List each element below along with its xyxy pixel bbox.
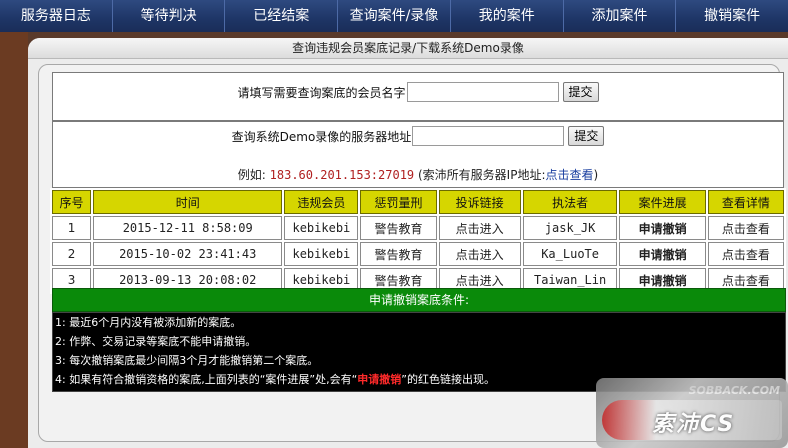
- revoke-request-link[interactable]: 申请撤销: [619, 242, 706, 266]
- condition-line: 1: 最近6个月内没有被添加新的案底。: [55, 316, 242, 329]
- col-member: 违规会员: [284, 190, 359, 214]
- example-close: ): [593, 168, 599, 182]
- nav-pending-judgement[interactable]: 等待判决: [113, 0, 226, 32]
- cell-enforcer-link[interactable]: Ka_LuoTe: [522, 242, 618, 266]
- cell-member-link[interactable]: kebikebi: [284, 242, 359, 266]
- col-index: 序号: [52, 190, 92, 214]
- demo-server-input[interactable]: [412, 126, 565, 146]
- left-strip: [0, 32, 28, 448]
- col-details: 查看详情: [707, 190, 784, 214]
- nav-my-cases[interactable]: 我的案件: [451, 0, 564, 32]
- example-ip: 183.60.201.153:27019: [269, 168, 415, 182]
- cell-penalty: 警告教育: [360, 242, 437, 266]
- demo-query-box: 查询系统Demo录像的服务器地址 提交 例如: 183.60.201.153:2…: [52, 121, 784, 188]
- col-time: 时间: [93, 190, 283, 214]
- nav-revoke-case[interactable]: 撤销案件: [676, 0, 788, 32]
- nav-server-log[interactable]: 服务器日志: [0, 0, 113, 32]
- site-watermark: SOBBACK.COM 索沛CS: [596, 378, 788, 448]
- nav-search-cases[interactable]: 查询案件/录像: [338, 0, 451, 32]
- member-query-box: 请填写需要查询案底的会员名字 提交: [52, 72, 784, 121]
- cell-member-link[interactable]: kebikebi: [284, 216, 359, 240]
- example-line: 例如: 183.60.201.153:27019 (索沛所有服务器IP地址:点击…: [53, 166, 783, 183]
- watermark-domain: SOBBACK.COM: [688, 384, 780, 397]
- col-complaint-link: 投诉链接: [438, 190, 521, 214]
- condition-line: 3: 每次撤销案底最少间隔3个月才能撤销第二个案底。: [55, 354, 319, 367]
- condition-text: 4: 如果有符合撤销资格的案底,上面列表的“案件进展”处,会有“: [55, 373, 358, 386]
- cell-index: 1: [52, 216, 92, 240]
- complaint-link[interactable]: 点击进入: [438, 216, 521, 240]
- table-row: 2 2015-10-02 23:41:43 kebikebi 警告教育 点击进入…: [52, 242, 784, 266]
- watermark-logo-text: 索沛CS: [652, 412, 736, 437]
- condition-line: 2: 作弊、交易记录等案底不能申请撤销。: [55, 335, 257, 348]
- member-name-input[interactable]: [406, 82, 559, 102]
- col-penalty: 惩罚量刑: [360, 190, 437, 214]
- frame-title: 查询违规会员案底记录/下载系统Demo录像: [28, 38, 788, 59]
- details-link[interactable]: 点击查看: [707, 216, 784, 240]
- demo-query-submit-button[interactable]: 提交: [568, 126, 605, 146]
- table-header: 序号 时间 违规会员 惩罚量刑 投诉链接 执法者 案件进展 查看详情: [52, 190, 784, 214]
- cell-enforcer-link[interactable]: jask_JK: [522, 216, 618, 240]
- nav-add-case[interactable]: 添加案件: [564, 0, 677, 32]
- condition-text: ”的红色链接出现。: [401, 373, 495, 386]
- cell-time: 2015-12-11 8:58:09: [93, 216, 283, 240]
- col-progress: 案件进展: [619, 190, 706, 214]
- cell-time: 2015-10-02 23:41:43: [93, 242, 283, 266]
- cell-penalty: 警告教育: [360, 216, 437, 240]
- member-query-label: 请填写需要查询案底的会员名字: [237, 85, 406, 100]
- member-query-submit-button[interactable]: 提交: [562, 82, 599, 102]
- revoke-conditions-header: 申请撤销案底条件:: [52, 288, 786, 312]
- server-list-link[interactable]: 点击查看: [546, 168, 594, 182]
- example-prefix: 例如:: [237, 168, 266, 182]
- records-table: 序号 时间 违规会员 惩罚量刑 投诉链接 执法者 案件进展 查看详情 1 201…: [50, 188, 786, 294]
- details-link[interactable]: 点击查看: [707, 242, 784, 266]
- col-enforcer: 执法者: [522, 190, 618, 214]
- revoke-request-link[interactable]: 申请撤销: [619, 216, 706, 240]
- complaint-link[interactable]: 点击进入: [438, 242, 521, 266]
- demo-query-label: 查询系统Demo录像的服务器地址: [231, 129, 412, 144]
- table-row: 1 2015-12-11 8:58:09 kebikebi 警告教育 点击进入 …: [52, 216, 784, 240]
- example-note: (索沛所有服务器IP地址:: [417, 168, 546, 182]
- cell-index: 2: [52, 242, 92, 266]
- top-nav: 服务器日志 等待判决 已经结案 查询案件/录像 我的案件 添加案件 撤销案件: [0, 0, 788, 32]
- condition-highlight: 申请撤销: [357, 373, 402, 386]
- nav-closed-cases[interactable]: 已经结案: [225, 0, 339, 32]
